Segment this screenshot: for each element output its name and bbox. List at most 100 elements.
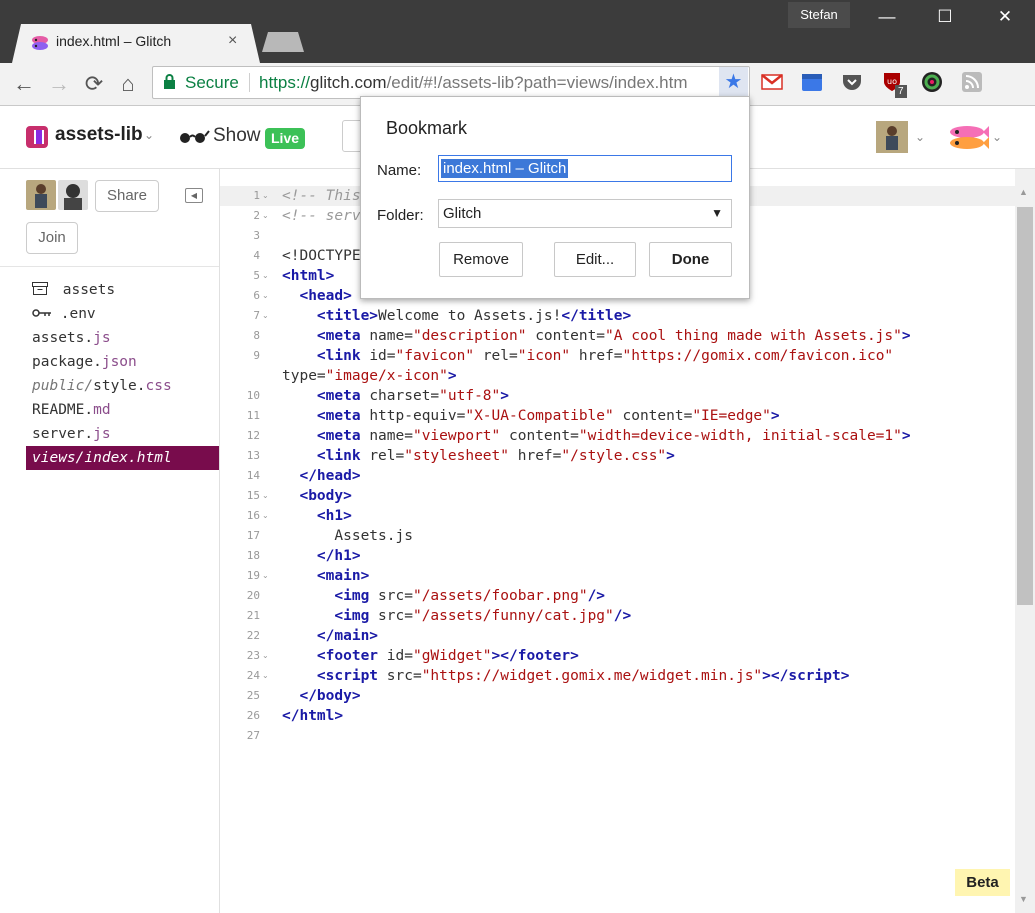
line-number: 22 [246,629,260,642]
scroll-down-icon[interactable]: ▼ [1019,894,1028,904]
file-name: assets. [32,330,94,346]
fold-marker-icon[interactable]: ⌄ [262,666,272,686]
fold-marker-icon[interactable]: ⌄ [262,646,272,666]
code-line: <img src="/assets/foobar.png"/> [334,588,606,604]
file-item-server-js[interactable]: server.js [26,422,219,446]
rss-icon[interactable] [961,71,983,93]
fold-marker-icon[interactable]: ⌄ [262,506,272,526]
gmail-icon[interactable] [761,71,783,93]
file-item-package-json[interactable]: package.json [26,350,219,374]
code-line: </html> [282,708,344,724]
file-name: README. [32,402,94,418]
bookmark-folder-select[interactable]: Glitch ▼ [438,199,732,228]
code-line: <link rel="stylesheet" href="/style.css"… [316,448,675,464]
line-number: 14 [246,469,260,482]
file-name: .env [60,306,96,322]
line-number: 10 [246,389,260,402]
edit-button[interactable]: Edit... [554,242,636,277]
line-number: 13 [246,449,260,462]
fold-marker-icon[interactable]: ⌄ [262,286,272,306]
collapse-sidebar-icon[interactable]: ◀ [185,188,203,203]
fold-marker-icon[interactable]: ⌄ [262,206,272,226]
bookmark-name-field[interactable]: index.html – Glitch [438,155,732,182]
tab-active[interactable]: index.html – Glitch × [12,24,260,63]
remove-button[interactable]: Remove [439,242,523,277]
user-avatar[interactable] [876,121,908,153]
line-number: 19 [246,569,260,582]
scroll-up-icon[interactable]: ▲ [1019,187,1028,197]
close-tab-icon[interactable]: × [228,32,237,50]
home-button[interactable]: ⌂ [113,69,143,99]
bookmark-name-label: Name: [377,162,422,179]
code-line: </main> [316,628,379,644]
line-number: 18 [246,549,260,562]
color-picker-icon[interactable] [921,71,943,93]
fold-marker-icon[interactable]: ⌄ [262,306,272,326]
profile-button[interactable]: Stefan [788,2,850,28]
line-number: 24 [246,669,260,682]
avatar-photo-icon [876,121,908,153]
code-line: <img src="/assets/funny/cat.jpg"/> [334,608,632,624]
fold-marker-icon[interactable]: ⌄ [262,566,272,586]
collaborator-avatar[interactable] [58,180,88,210]
scrollbar-thumb[interactable] [1017,207,1033,605]
glasses-icon[interactable] [178,128,210,144]
new-tab-button[interactable] [262,32,304,52]
code-line: <title>Welcome to Assets.js!</title> [316,308,632,324]
omnibox-divider [249,73,250,92]
forward-button[interactable]: → [44,69,74,99]
show-button[interactable]: Show [213,125,261,147]
key-icon [32,309,51,317]
fold-marker-icon[interactable]: ⌄ [262,266,272,286]
code-line: <!-- serv [282,208,361,224]
code-line: <main> [316,568,370,584]
calendar-icon[interactable] [801,71,823,93]
chevron-down-icon[interactable]: ⌄ [992,130,1002,144]
url-text[interactable]: https://glitch.com/edit/#!/assets-lib?pa… [259,73,715,93]
close-window-button[interactable]: ✕ [980,0,1030,32]
archive-box-icon [32,282,48,295]
maximize-button[interactable]: ☐ [920,0,970,32]
sidebar-divider [0,266,219,267]
fold-marker-icon[interactable]: ⌄ [262,486,272,506]
line-number: 8 [253,329,260,342]
code-line: <!-- This [282,188,361,204]
glitch-fish-menu-icon[interactable] [945,122,989,152]
project-name[interactable]: assets-lib [55,124,143,146]
chevron-down-icon[interactable]: ⌄ [144,128,154,142]
fold-marker-icon[interactable]: ⌄ [262,186,272,206]
address-bar[interactable]: Secure https://glitch.com/edit/#!/assets… [152,66,750,99]
live-badge: Live [265,128,306,149]
line-number: 4 [253,249,260,262]
file-item-assets-js[interactable]: assets.js [26,326,219,350]
collaborator-avatar[interactable] [26,180,56,210]
beta-badge: Beta [955,869,1010,896]
line-number: 15 [246,489,260,502]
file-ext: css [145,378,172,394]
file-item-style-css[interactable]: public/style.css [26,374,219,398]
code-line: type="image/x-icon"> [282,368,457,384]
code-line: <meta name="description" content="A cool… [316,328,911,344]
file-item-env[interactable]: .env [26,302,219,326]
file-item-index-html[interactable]: views/index.html [26,446,219,470]
reload-button[interactable]: ⟳ [79,69,109,99]
back-button[interactable]: ← [9,69,39,99]
chevron-down-icon[interactable]: ⌄ [915,130,925,144]
code-line: <meta http-equiv="X-UA-Compatible" conte… [316,408,780,424]
tab-title: index.html – Glitch [56,33,172,49]
minimize-button[interactable]: — [862,0,912,32]
line-number: 16 [246,509,260,522]
code-line: <h1> [316,508,352,524]
file-item-assets[interactable]: assets [26,278,219,302]
line-number: 9 [253,349,260,362]
file-name: assets [62,282,116,298]
url-protocol: https:// [259,73,311,92]
project-logo-icon[interactable] [26,126,48,148]
bookmark-star-icon[interactable]: ★ [719,67,748,98]
dropdown-caret-icon: ▼ [711,206,723,220]
share-button[interactable]: Share [95,180,159,212]
join-button[interactable]: Join [26,222,78,254]
done-button[interactable]: Done [649,242,732,277]
file-item-readme[interactable]: README.md [26,398,219,422]
pocket-icon[interactable] [841,71,863,93]
